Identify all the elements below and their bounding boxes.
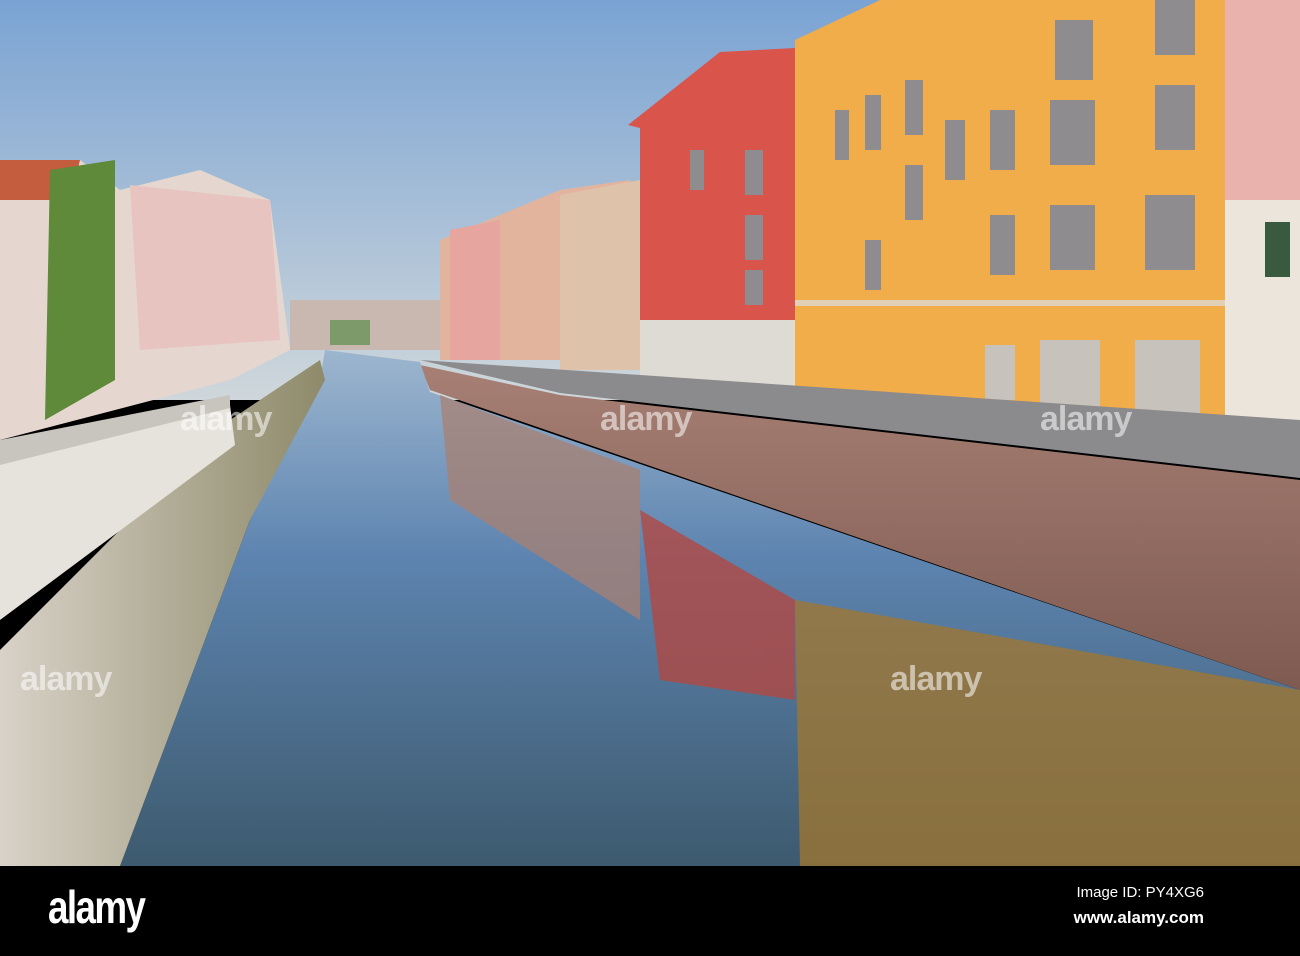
watermark: alamy [1040,400,1132,438]
alamy-logo: alamy [48,881,146,933]
website-link[interactable]: www.alamy.com [1074,908,1204,928]
watermark: alamy [20,660,112,698]
watermark: alamy [180,400,272,438]
stock-photo: alamy alamy alamy alamy alamy alamy Imag… [0,0,1300,956]
watermark: alamy [600,400,692,438]
image-id: Image ID: PY4XG6 [1076,884,1204,901]
watermark: alamy [890,660,982,698]
footer-bar: alamy Image ID: PY4XG6 www.alamy.com [0,866,1300,956]
